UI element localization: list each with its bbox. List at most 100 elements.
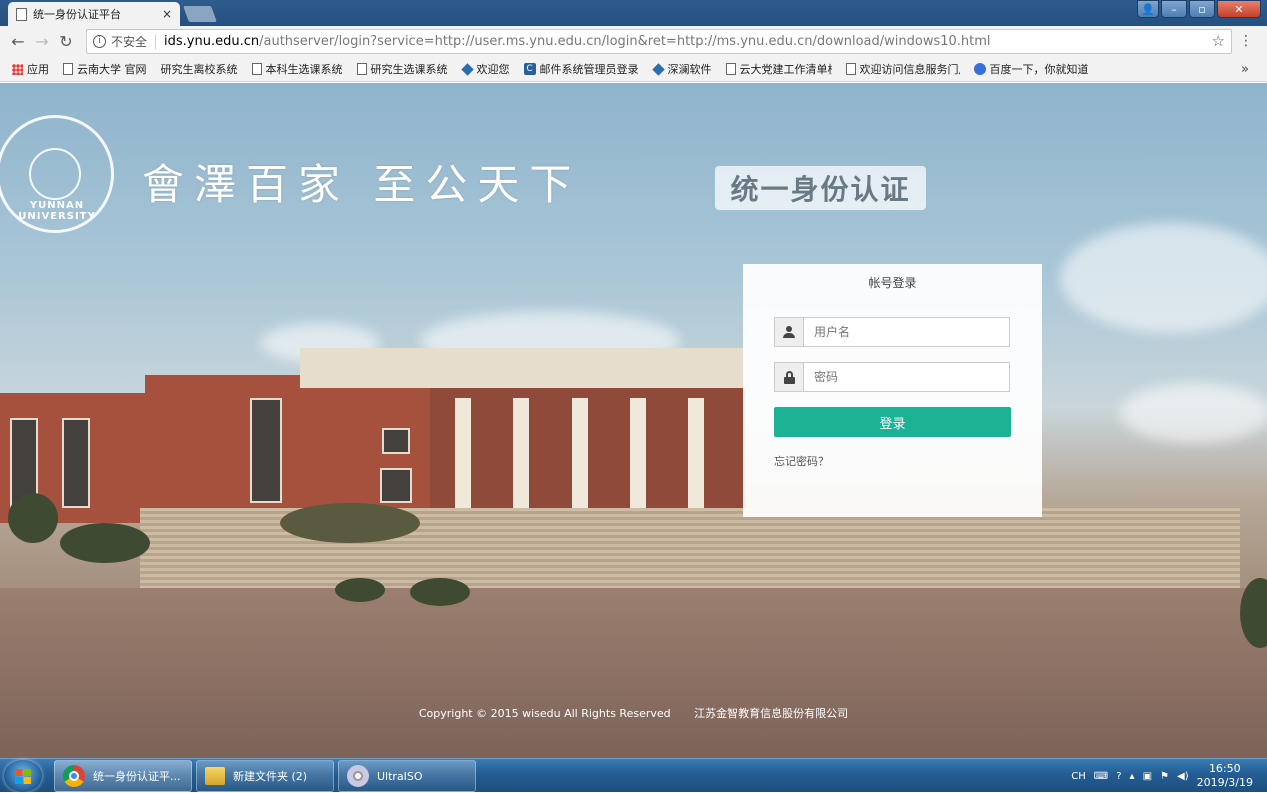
university-emblem: YUNNAN UNIVERSITY [0, 115, 114, 233]
info-icon[interactable]: i [93, 35, 106, 48]
chrome-icon [63, 765, 85, 787]
taskbar-item-ultraiso[interactable]: UltraISO [338, 760, 476, 792]
browser-toolbar: ← → ↻ i 不安全 ids.ynu.edu.cn/authserver/lo… [0, 26, 1267, 57]
taskbar-item-folder[interactable]: 新建文件夹 (2) [196, 760, 334, 792]
password-field [774, 362, 1010, 392]
bookmark-party-list[interactable]: 云大党建工作清单栏目 [725, 61, 832, 77]
browser-tab[interactable]: 统一身份认证平台 × [8, 2, 180, 26]
taskbar-item-label: 统一身份认证平... [93, 770, 181, 783]
background-cloud [1120, 383, 1267, 443]
tray-arrow-icon[interactable]: ▴ [1130, 771, 1135, 782]
bookmarks-bar: 应用 云南大学 官网 研究生离校系统 本科生选课系统 研究生选课系统 欢迎您 C… [0, 57, 1267, 82]
taskbar-item-chrome[interactable]: 统一身份认证平... [54, 760, 192, 792]
building-column [513, 398, 529, 513]
bookmark-grad-leave[interactable]: 研究生离校系统 [161, 61, 238, 77]
profile-icon[interactable]: 👤 [1137, 0, 1159, 18]
login-page: YUNNAN UNIVERSITY 會澤百家 至公天下 统一身份认证 帐号登录 … [0, 83, 1267, 758]
menu-kebab-icon[interactable]: ⋮ [1239, 33, 1253, 49]
page-icon [845, 63, 856, 75]
address-bar[interactable]: i 不安全 ids.ynu.edu.cn/authserver/login?se… [86, 29, 1232, 54]
page-icon [725, 63, 736, 75]
emblem-text: YUNNAN UNIVERSITY [18, 200, 96, 222]
bookmark-apps[interactable]: 应用 [12, 61, 49, 77]
bookmark-ynu-home[interactable]: 云南大学 官网 [63, 61, 147, 77]
building-column [572, 398, 588, 513]
username-input[interactable] [804, 318, 1009, 346]
lock-icon [775, 363, 804, 391]
building-window [62, 418, 90, 508]
clock-time: 16:50 [1208, 762, 1241, 775]
company-text: 江苏金智教育信息股份有限公司 [694, 707, 849, 720]
username-field [774, 317, 1010, 347]
bookmark-label: 深澜软件 [667, 63, 712, 76]
copyright-text: Copyright © 2015 wisedu All Rights Reser… [418, 707, 671, 720]
clock-date: 2019/3/19 [1196, 776, 1253, 789]
start-button[interactable] [4, 760, 42, 792]
tab-close-icon[interactable]: × [162, 7, 172, 21]
action-center-flag-icon[interactable]: ⚑ [1160, 771, 1169, 782]
reload-icon[interactable]: ↻ [54, 32, 78, 51]
coremail-icon: C [523, 63, 536, 75]
building-window [382, 428, 410, 454]
background-cloud [1060, 223, 1267, 333]
bookmark-label: 百度一下，你就知道 [989, 63, 1089, 76]
more-bookmarks-icon[interactable]: » [1241, 62, 1249, 77]
minimize-button[interactable]: – [1161, 0, 1187, 18]
building-column [455, 398, 471, 513]
university-motto: 會澤百家 至公天下 [142, 160, 582, 209]
background-tree [8, 493, 58, 543]
building-roof [300, 348, 745, 388]
bookmark-label: 云大党建工作清单栏目 [739, 63, 832, 76]
background-plaza [0, 588, 1267, 758]
windows-taskbar: 统一身份认证平... 新建文件夹 (2) UltraISO CH ⌨ ? ▴ ▣… [0, 758, 1267, 792]
bookmark-grad-course[interactable]: 研究生选课系统 [356, 61, 448, 77]
new-tab-button[interactable] [183, 6, 217, 22]
maximize-button[interactable]: ▫ [1189, 0, 1215, 18]
help-icon[interactable]: ? [1116, 771, 1121, 782]
window-controls: 👤 – ▫ ✕ [1137, 0, 1261, 18]
user-icon [775, 318, 804, 346]
bookmark-label: 欢迎您 [476, 63, 510, 76]
bookmark-info-portal[interactable]: 欢迎访问信息服务门户 [845, 61, 960, 77]
page-icon [251, 63, 262, 75]
divider [155, 34, 157, 49]
close-window-button[interactable]: ✕ [1217, 0, 1261, 18]
system-tray: CH ⌨ ? ▴ ▣ ⚑ ◀) 16:50 2019/3/19 [1071, 759, 1267, 793]
bookmark-undergrad-course[interactable]: 本科生选课系统 [251, 61, 343, 77]
background-shrub [335, 578, 385, 602]
volume-icon[interactable]: ◀) [1177, 771, 1189, 782]
input-language[interactable]: CH [1071, 771, 1086, 782]
clock[interactable]: 16:50 2019/3/19 [1197, 762, 1253, 790]
forward-arrow-icon[interactable]: → [30, 32, 54, 51]
diamond-icon [460, 62, 474, 76]
network-icon[interactable]: ▣ [1143, 771, 1152, 782]
taskbar-item-label: UltraISO [377, 769, 423, 783]
bookmark-label: 应用 [27, 63, 49, 76]
browser-titlebar: 统一身份认证平台 × 👤 – ▫ ✕ [0, 0, 1267, 26]
forgot-password-link[interactable]: 忘记密码？ [774, 453, 829, 469]
background-palm [280, 503, 420, 543]
bookmark-label: 邮件系统管理员登录 [539, 63, 639, 76]
bookmark-label: 欢迎访问信息服务门户 [859, 63, 960, 76]
bookmark-mail-admin[interactable]: C 邮件系统管理员登录 [523, 61, 639, 77]
login-title: 帐号登录 [868, 276, 917, 290]
diamond-icon [651, 62, 665, 76]
bookmark-label: 研究生选课系统 [370, 63, 448, 76]
building-window [250, 398, 282, 503]
bookmark-label: 研究生离校系统 [160, 63, 238, 76]
page-footer: Copyright © 2015 wisedu All Rights Reser… [0, 705, 1267, 721]
url-path: /authserver/login?service=http://user.ms… [259, 34, 991, 49]
bookmark-baidu[interactable]: 百度一下，你就知道 [973, 61, 1089, 77]
keyboard-icon[interactable]: ⌨ [1094, 771, 1108, 782]
back-arrow-icon[interactable]: ← [6, 32, 30, 51]
bookmark-star-icon[interactable]: ☆ [1212, 32, 1225, 50]
windows-logo-icon [15, 769, 31, 784]
apps-grid-icon [12, 63, 23, 75]
bookmark-welcome[interactable]: 欢迎您 [460, 61, 510, 77]
bookmark-label: 云南大学 官网 [77, 63, 147, 76]
login-panel: 帐号登录 登录 忘记密码？ [743, 264, 1042, 517]
bookmark-srun[interactable]: 深澜软件 [651, 61, 712, 77]
login-button[interactable]: 登录 [774, 407, 1011, 437]
password-input[interactable] [804, 363, 1009, 391]
background-tree [60, 523, 150, 563]
